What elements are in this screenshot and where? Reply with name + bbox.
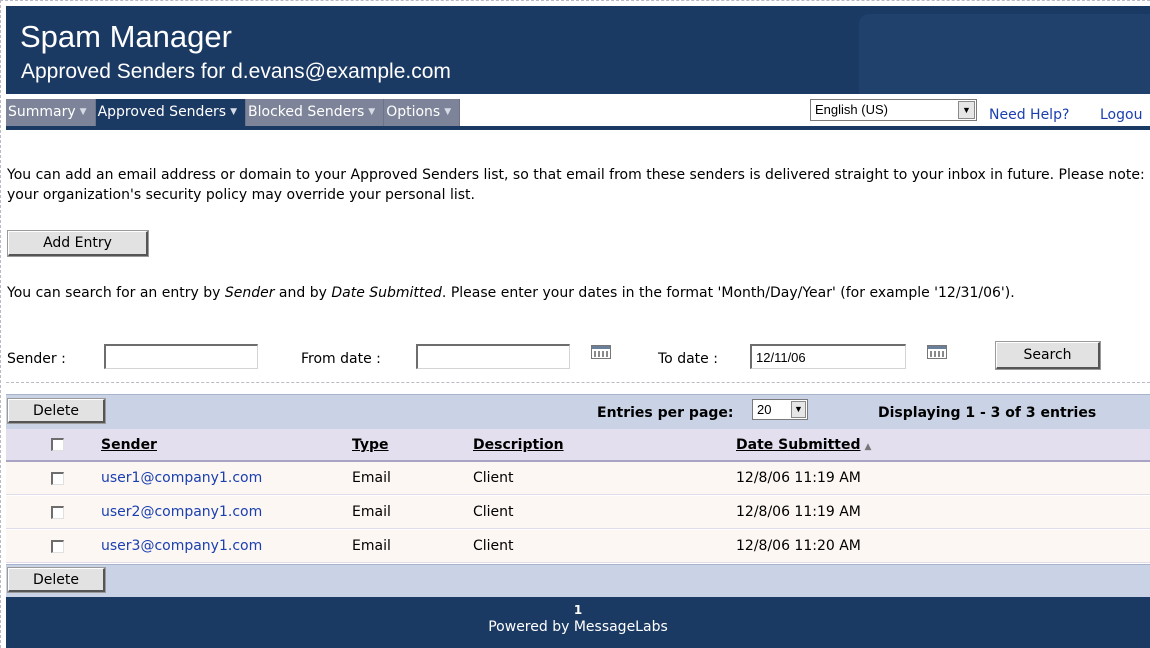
entries-per-page-label: Entries per page: — [597, 405, 734, 421]
description-cell: Client — [473, 538, 514, 554]
sender-link[interactable]: user3@company1.com — [101, 538, 262, 554]
logout-link[interactable]: Logou — [1100, 107, 1142, 123]
column-header-description[interactable]: Description — [473, 437, 564, 453]
to-date-label: To date : — [658, 351, 718, 367]
delete-button[interactable]: Delete — [7, 567, 106, 593]
language-select[interactable]: English (US) ▼ — [810, 99, 977, 121]
row-checkbox[interactable] — [51, 472, 64, 485]
tab-blocked-senders-label: Blocked Senders — [248, 104, 365, 120]
calendar-icon[interactable] — [591, 345, 611, 359]
dropdown-arrow-icon[interactable]: ▼ — [791, 401, 806, 418]
search-note-part2: and by — [274, 285, 332, 301]
date-cell: 12/8/06 11:20 AM — [736, 538, 861, 554]
chevron-down-icon: ▼ — [230, 107, 238, 117]
from-date-label: From date : — [301, 351, 381, 367]
language-value: English (US) — [815, 102, 888, 117]
tab-options-label: Options — [386, 104, 441, 120]
table-row: user2@company1.com Email Client 12/8/06 … — [6, 496, 1150, 529]
search-note-part3: . Please enter your dates in the format … — [441, 285, 1015, 301]
nav-tabs: Summary ▼ Approved Senders ▼ Blocked Sen… — [6, 99, 461, 126]
display-count: Displaying 1 - 3 of 3 entries — [878, 405, 1097, 421]
tab-summary-label: Summary — [8, 104, 76, 120]
search-button[interactable]: Search — [995, 341, 1101, 370]
delete-button[interactable]: Delete — [7, 398, 106, 424]
calendar-icon[interactable] — [927, 345, 947, 359]
nav-divider — [6, 126, 1150, 130]
select-all-checkbox[interactable] — [51, 438, 64, 451]
intro-text: You can add an email address or domain t… — [7, 167, 1145, 203]
app-header: Spam Manager Approved Senders for d.evan… — [6, 6, 1150, 94]
chevron-down-icon: ▼ — [79, 107, 87, 117]
type-cell: Email — [352, 504, 391, 520]
entries-per-page-select[interactable]: 20 ▼ — [752, 399, 808, 420]
entries-per-page-value: 20 — [757, 402, 772, 417]
sender-label: Sender : — [7, 351, 66, 367]
section-divider — [6, 382, 1150, 383]
powered-by-text: Powered by MessageLabs — [488, 619, 668, 635]
chevron-down-icon: ▼ — [368, 107, 376, 117]
dropdown-arrow-icon[interactable]: ▼ — [958, 101, 975, 119]
app-title: Spam Manager — [20, 19, 232, 54]
add-entry-button[interactable]: Add Entry — [7, 230, 149, 257]
column-header-type[interactable]: Type — [352, 437, 389, 453]
date-cell: 12/8/06 11:19 AM — [736, 504, 861, 520]
page-subtitle: Approved Senders for d.evans@example.com — [21, 60, 451, 83]
column-header-sender[interactable]: Sender — [101, 437, 157, 453]
sender-link[interactable]: user1@company1.com — [101, 470, 262, 486]
table-row: user1@company1.com Email Client 12/8/06 … — [6, 462, 1150, 495]
from-date-input[interactable] — [416, 344, 570, 369]
nav-bar: Summary ▼ Approved Senders ▼ Blocked Sen… — [6, 94, 1150, 130]
row-checkbox[interactable] — [51, 540, 64, 553]
tab-summary[interactable]: Summary ▼ — [6, 99, 96, 126]
search-note-date: Date Submitted — [331, 285, 442, 301]
to-date-input[interactable]: 12/11/06 — [750, 344, 906, 369]
search-note-part1: You can search for an entry by — [7, 285, 225, 301]
description-cell: Client — [473, 470, 514, 486]
tab-approved-senders-label: Approved Senders — [97, 104, 227, 120]
search-note-sender: Sender — [224, 285, 275, 301]
table-toolbar-bottom: Delete — [6, 564, 1150, 597]
sender-link[interactable]: user2@company1.com — [101, 504, 262, 520]
need-help-link[interactable]: Need Help? — [989, 107, 1069, 123]
row-checkbox[interactable] — [51, 506, 64, 519]
type-cell: Email — [352, 538, 391, 554]
chevron-down-icon: ▼ — [444, 107, 452, 117]
search-instructions: You can search for an entry by Sender an… — [7, 283, 1147, 303]
tab-approved-senders[interactable]: Approved Senders ▼ — [95, 99, 247, 126]
table-header: Sender Type Description Date Submitted ▲ — [6, 429, 1150, 462]
type-cell: Email — [352, 470, 391, 486]
column-header-date-submitted[interactable]: Date Submitted — [736, 437, 861, 453]
sort-ascending-icon[interactable]: ▲ — [865, 442, 872, 452]
footer: 1 Powered by MessageLabs — [6, 597, 1150, 648]
date-cell: 12/8/06 11:19 AM — [736, 470, 861, 486]
table-row: user3@company1.com Email Client 12/8/06 … — [6, 530, 1150, 563]
tab-blocked-senders[interactable]: Blocked Senders ▼ — [246, 99, 385, 126]
page-number-link[interactable]: 1 — [6, 603, 1150, 617]
sender-input[interactable] — [104, 344, 258, 369]
description-cell: Client — [473, 504, 514, 520]
table-toolbar-top: Delete Entries per page: 20 ▼ Displaying… — [6, 394, 1150, 429]
tab-options[interactable]: Options ▼ — [384, 99, 461, 126]
header-decoration — [859, 14, 1150, 94]
